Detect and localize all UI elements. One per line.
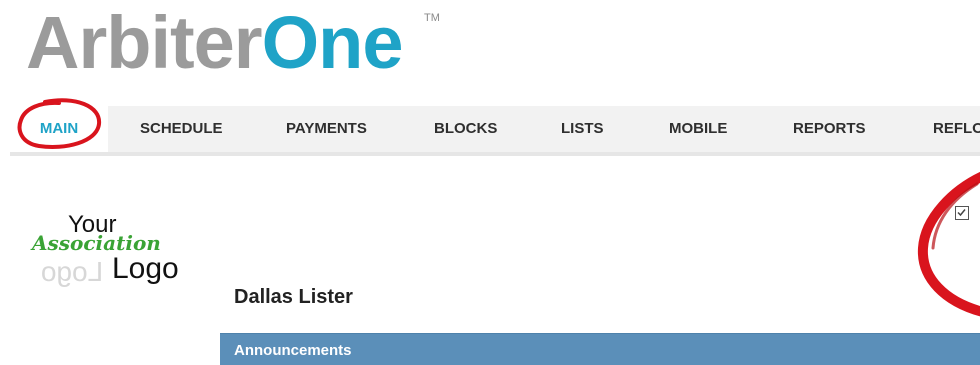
brand-arbiter: Arbiter	[26, 1, 263, 84]
tab-lists[interactable]: LISTS	[561, 106, 604, 152]
arbiterone-main-page: ArbiterOne TM MAIN SCHEDULE PAYMENTS BLO…	[0, 0, 980, 365]
announcements-label: Announcements	[234, 342, 352, 359]
association-logo: Your Association Logo Logo	[32, 210, 202, 300]
tab-mobile[interactable]: MOBILE	[669, 106, 727, 152]
tab-reports[interactable]: REPORTS	[793, 106, 866, 152]
tab-blocks[interactable]: BLOCKS	[434, 106, 497, 152]
main-highlight-circle	[17, 98, 102, 149]
checkbox-highlight-arc	[917, 171, 980, 317]
trademark-symbol: TM	[424, 12, 440, 24]
main-navigation: MAIN SCHEDULE PAYMENTS BLOCKS LISTS MOBI…	[10, 106, 980, 156]
announcements-bar: Announcements	[220, 333, 980, 365]
tab-reflo[interactable]: REFLO	[933, 106, 980, 152]
tab-payments[interactable]: PAYMENTS	[286, 106, 367, 152]
association-logo-word: Logo	[112, 252, 179, 285]
user-name-heading: Dallas Lister	[234, 286, 353, 308]
association-logo-association: Association	[32, 231, 161, 255]
association-logo-reflection: Logo	[40, 256, 104, 287]
brand-one: One	[261, 1, 404, 84]
tab-schedule[interactable]: SCHEDULE	[140, 106, 223, 152]
arbiterone-logo: ArbiterOne TM	[26, 1, 440, 84]
